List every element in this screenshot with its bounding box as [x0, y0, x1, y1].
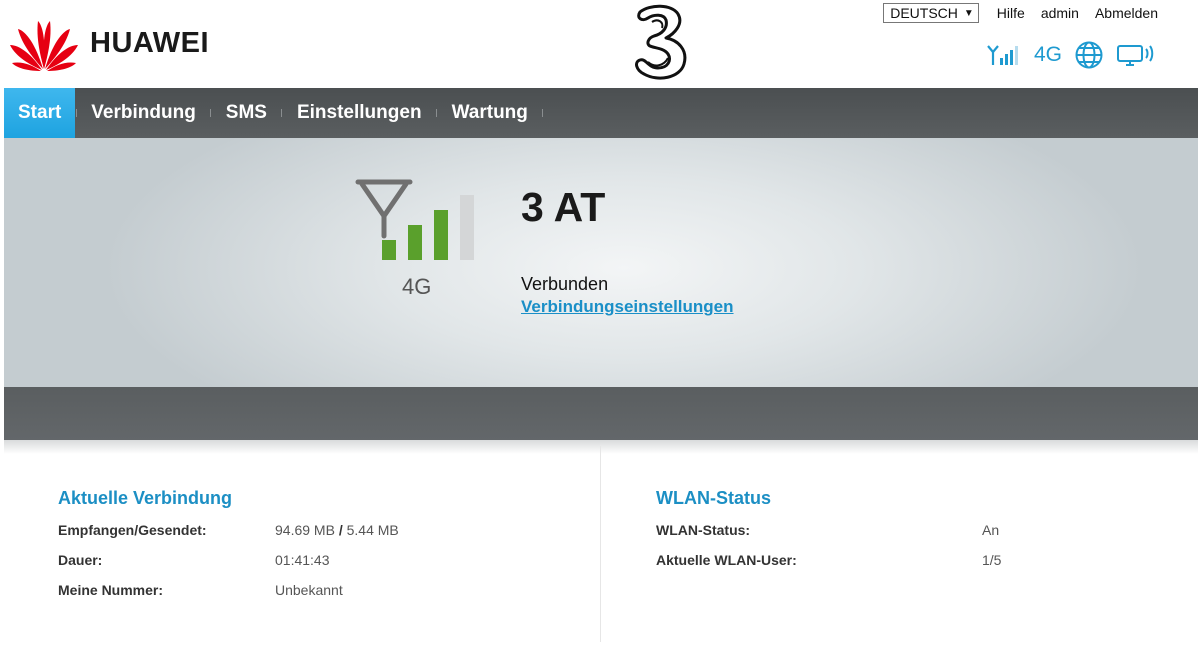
language-value: DEUTSCH — [890, 5, 958, 21]
signal-strength-icon — [987, 45, 1018, 65]
nav-einstellungen[interactable]: Einstellungen — [283, 88, 436, 138]
banner-shadow — [4, 440, 1198, 454]
duration-label: Dauer: — [58, 552, 103, 568]
three-operator-logo — [635, 4, 687, 80]
wlan-state-row: WLAN-Status: An — [656, 522, 1001, 552]
chevron-down-icon: ▼ — [963, 7, 974, 19]
data-usage-row: Empfangen/Gesendet: 94.69 MB / 5.44 MB — [58, 522, 399, 552]
banner-footer-bar — [4, 387, 1198, 440]
signal-bar — [408, 225, 422, 260]
wlan-status-title: WLAN-Status — [656, 488, 771, 508]
current-connection-title: Aktuelle Verbindung — [58, 488, 233, 508]
huawei-flower-icon — [10, 21, 78, 71]
logout-link[interactable]: Abmelden — [1095, 5, 1158, 21]
my-number-row: Meine Nummer: Unbekannt — [58, 582, 399, 612]
current-connection-panel: Aktuelle Verbindung Empfangen/Gesendet: … — [58, 488, 399, 612]
wlan-state-value: An — [982, 522, 1000, 538]
wlan-state-label: WLAN-Status: — [656, 522, 751, 538]
network-type-badge: 4G — [1034, 43, 1063, 66]
signal-bar — [460, 195, 474, 260]
duration-value: 01:41:43 — [275, 552, 330, 568]
connection-settings-link[interactable]: Verbindungseinstellungen — [521, 297, 734, 317]
my-number-label: Meine Nummer: — [58, 582, 164, 598]
wlan-users-label: Aktuelle WLAN-User: — [656, 552, 797, 568]
user-link[interactable]: admin — [1041, 5, 1079, 21]
globe-icon — [1075, 41, 1103, 69]
help-link[interactable]: Hilfe — [997, 5, 1025, 21]
connection-banner: 4G 3 AT Verbunden Verbindungseinstellung… — [4, 138, 1198, 387]
main-nav: Start Verbindung SMS Einstellungen Wartu… — [4, 88, 1198, 138]
signal-bars-icon — [355, 179, 474, 260]
sent-value: 5.44 MB — [346, 522, 399, 538]
nav-separator — [542, 88, 544, 138]
wifi-device-icon — [1117, 45, 1154, 66]
wlan-status-panel: WLAN-Status WLAN-Status: An Aktuelle WLA… — [656, 488, 1001, 582]
nav-wartung[interactable]: Wartung — [438, 88, 542, 138]
my-number-value: Unbekannt — [275, 582, 343, 598]
duration-row: Dauer: 01:41:43 — [58, 552, 399, 582]
wlan-users-row: Aktuelle WLAN-User: 1/5 — [656, 552, 1001, 582]
signal-bar — [382, 240, 396, 260]
header: HUAWEI DEUTSCH ▼ Hilfe admin Abmelden 4G — [0, 0, 1202, 88]
received-value: 94.69 MB — [275, 522, 335, 538]
nav-verbindung[interactable]: Verbindung — [77, 88, 210, 138]
data-usage-value: 94.69 MB / 5.44 MB — [275, 522, 399, 552]
signal-bar — [434, 210, 448, 260]
nav-start[interactable]: Start — [4, 88, 76, 138]
status-icons: 4G — [986, 40, 1156, 70]
usage-separator: / — [338, 522, 343, 538]
top-bar: DEUTSCH ▼ Hilfe admin Abmelden — [883, 3, 1166, 23]
operator-name: 3 AT — [521, 184, 606, 230]
data-usage-label: Empfangen/Gesendet: — [58, 522, 207, 538]
language-select[interactable]: DEUTSCH ▼ — [883, 3, 979, 23]
huawei-logo: HUAWEI — [10, 15, 209, 71]
panel-divider — [600, 446, 601, 642]
wlan-users-value: 1/5 — [982, 552, 1002, 568]
brand-name: HUAWEI — [90, 26, 209, 59]
network-type-label: 4G — [402, 274, 432, 299]
connection-status: Verbunden — [521, 274, 609, 294]
signal-graphic — [352, 176, 482, 271]
nav-sms[interactable]: SMS — [212, 88, 281, 138]
